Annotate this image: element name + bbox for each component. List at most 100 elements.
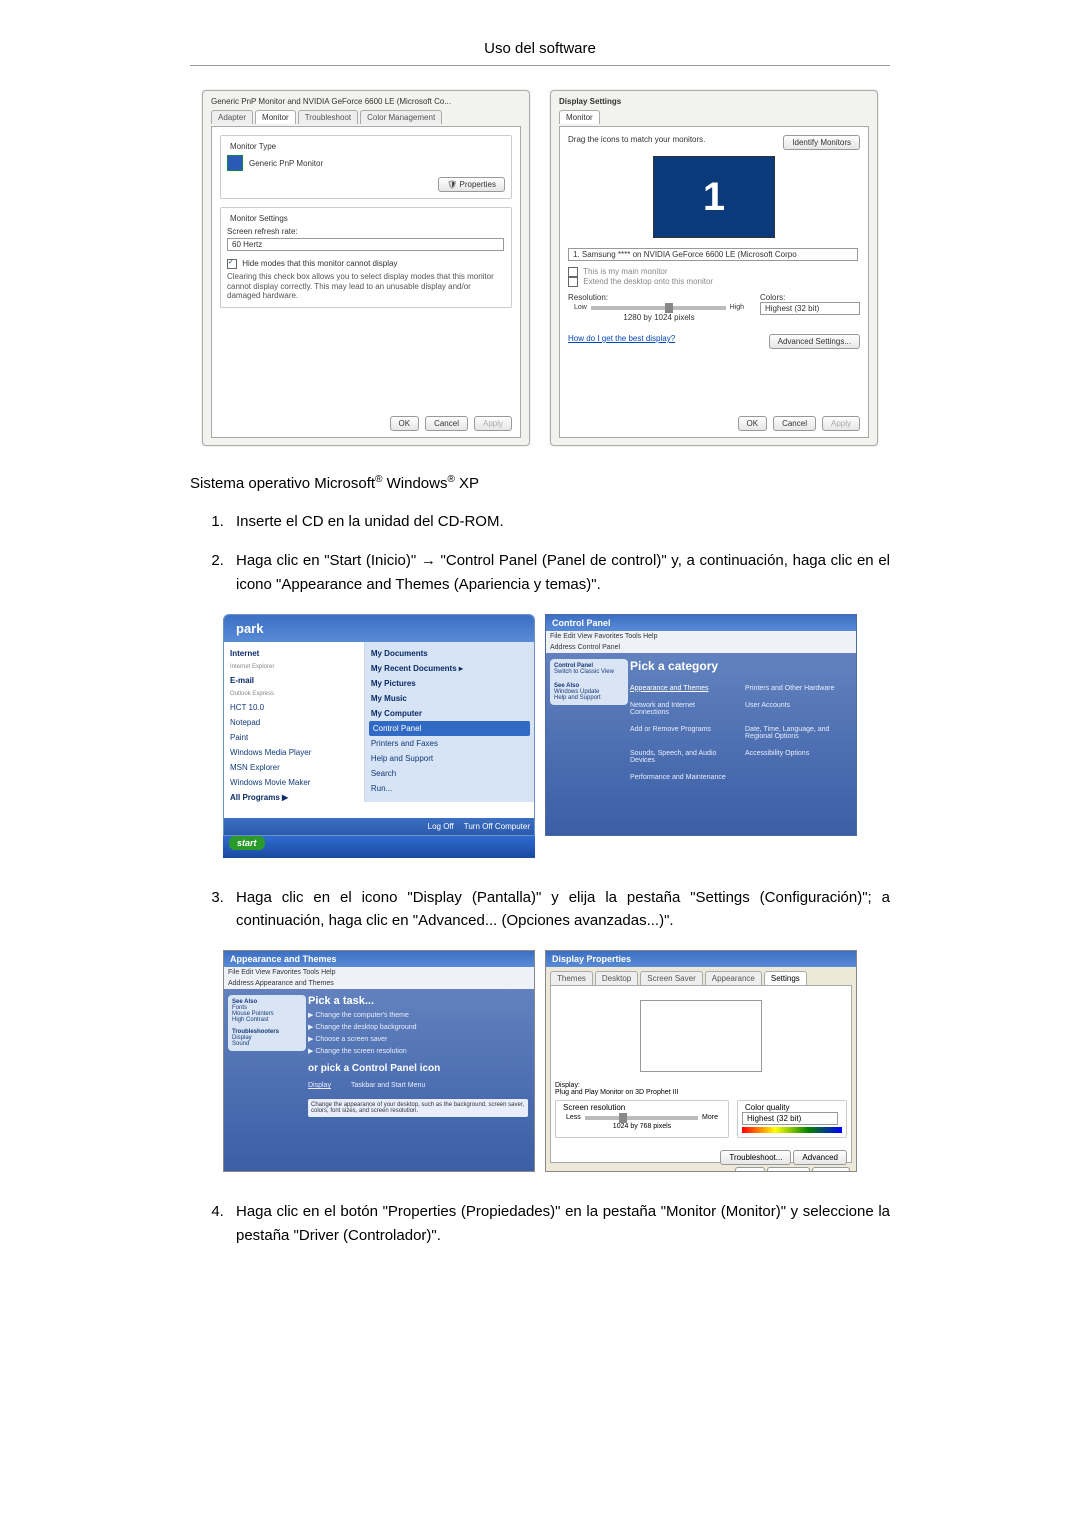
at-icon-taskbar[interactable]: Taskbar and Start Menu [351,1082,425,1089]
cp-pick-category: Pick a category [630,659,850,673]
start-item-run[interactable]: Run... [369,781,530,796]
ok-button-ds[interactable]: OK [738,416,768,431]
drag-text: Drag the icons to match your monitors. [568,135,705,144]
dp-res-more: More [702,1114,718,1121]
dp-display-value: Plug and Play Monitor on 3D Prophet III [555,1089,847,1096]
dp-tab-settings[interactable]: Settings [764,971,807,985]
at-task-res[interactable]: ▶ Change the screen resolution [308,1047,528,1055]
at-main: Pick a task... ▶ Change the computer's t… [308,995,528,1117]
tab-troubleshoot[interactable]: Troubleshoot [298,110,358,124]
cp-cat-printers[interactable]: Printers and Other Hardware [745,685,850,692]
best-display-link[interactable]: How do I get the best display? [568,334,675,349]
monitor-select[interactable]: 1. Samsung **** on NVIDIA GeForce 6600 L… [568,248,858,261]
cp-main: Pick a category Appearance and Themes Pr… [630,659,850,785]
tab-adapter[interactable]: Adapter [211,110,253,124]
start-user: park [224,615,534,642]
cp-cat-appearance[interactable]: Appearance and Themes [630,685,735,692]
step-1: Inserte el CD en la unidad del CD-ROM. [228,510,890,533]
cp-menubar: File Edit View Favorites Tools Help [546,631,856,642]
start-item-mycomputer[interactable]: My Computer [369,706,530,721]
start-item-music[interactable]: My Music [369,691,530,706]
at-icon-display[interactable]: Display [308,1082,331,1089]
hide-modes-checkbox[interactable] [227,259,237,269]
dp-cancel-button[interactable]: Cancel [767,1167,810,1172]
dp-ok-button[interactable]: OK [735,1167,765,1172]
at-task-ss[interactable]: ▶ Choose a screen saver [308,1035,528,1043]
start-item-msn[interactable]: MSN Explorer [228,760,360,775]
at-address: Address Appearance and Themes [224,978,534,989]
monitor-props-tabs: Adapter Monitor Troubleshoot Color Manag… [211,110,521,124]
cp-cat-sounds[interactable]: Sounds, Speech, and Audio Devices [630,750,735,764]
turnoff-button[interactable]: Turn Off Computer [464,822,530,831]
appearance-dp-screenshots: Appearance and Themes File Edit View Fav… [190,950,890,1172]
cp-cat-users[interactable]: User Accounts [745,702,850,716]
dp-apply-button[interactable]: Apply [812,1167,850,1172]
step-3: Haga clic en el icono "Display (Pantalla… [228,886,890,933]
colors-label: Colors: [760,293,860,302]
start-button[interactable]: start [229,836,265,850]
display-properties-dialog: Display Properties Themes Desktop Screen… [545,950,857,1172]
at-task-bg[interactable]: ▶ Change the desktop background [308,1023,528,1031]
refresh-select[interactable]: 60 Hertz [227,238,504,251]
ok-button[interactable]: OK [390,416,420,431]
start-item-pictures[interactable]: My Pictures [369,676,530,691]
cp-cat-performance[interactable]: Performance and Maintenance [630,774,735,781]
cancel-button[interactable]: Cancel [425,416,468,431]
start-item-allprograms[interactable]: All Programs ▶ [228,790,360,805]
dp-tab-themes[interactable]: Themes [550,971,593,985]
start-right-column: My Documents My Recent Documents ▸ My Pi… [365,642,534,802]
tab-monitor[interactable]: Monitor [255,110,296,124]
start-item-wmm[interactable]: Windows Movie Maker [228,775,360,790]
cp-cat-addremove[interactable]: Add or Remove Programs [630,726,735,740]
monitor-preview-icon[interactable]: 1 [653,156,775,238]
start-item-wmp[interactable]: Windows Media Player [228,745,360,760]
dp-res-value: 1024 by 768 pixels [560,1123,724,1130]
page-header: Uso del software [190,40,890,57]
colors-select[interactable]: Highest (32 bit) [760,302,860,315]
dp-advanced-button[interactable]: Advanced [793,1150,847,1165]
advanced-settings-button[interactable]: Advanced Settings... [769,334,860,349]
start-item-oe: Outlook Express [228,688,360,700]
cancel-button-ds[interactable]: Cancel [773,416,816,431]
at-task-theme[interactable]: ▶ Change the computer's theme [308,1011,528,1019]
start-item-paint[interactable]: Paint [228,730,360,745]
dp-troubleshoot-button[interactable]: Troubleshoot... [720,1150,791,1165]
dp-tab-ss[interactable]: Screen Saver [640,971,702,985]
monitor-props-title: Generic PnP Monitor and NVIDIA GeForce 6… [211,97,521,106]
start-item-internet[interactable]: Internet [228,646,360,661]
start-item-help[interactable]: Help and Support [369,751,530,766]
cp-cat-network[interactable]: Network and Internet Connections [630,702,735,716]
start-item-email[interactable]: E-mail [228,673,360,688]
properties-button[interactable]: 🛡 Properties [438,177,505,192]
cp-help[interactable]: Help and Support [554,695,601,701]
cp-cat-accessibility[interactable]: Accessibility Options [745,750,850,764]
start-item-recent[interactable]: My Recent Documents ▸ [369,661,530,676]
hide-modes-label: Hide modes that this monitor cannot disp… [242,259,397,268]
logoff-button[interactable]: Log Off [428,822,454,831]
dp-cq-select[interactable]: Highest (32 bit) [742,1112,838,1125]
start-item-hct[interactable]: HCT 10.0 [228,700,360,715]
monitor-props-body: Monitor Type Generic PnP Monitor 🛡 Prope… [211,126,521,438]
at-pick-task: Pick a task... [308,995,528,1007]
cp-cat-datetime[interactable]: Date, Time, Language, and Regional Optio… [745,726,850,740]
apply-button-ds[interactable]: Apply [822,416,860,431]
dp-cq-group: Color quality [742,1103,792,1112]
at-sidebar: See Also Fonts Mouse Pointers High Contr… [228,995,306,1051]
monitor-type-value: Generic PnP Monitor [249,159,323,168]
dp-res-slider[interactable] [585,1116,698,1120]
start-item-search[interactable]: Search [369,766,530,781]
apply-button[interactable]: Apply [474,416,512,431]
cp-switch-classic[interactable]: Switch to Classic View [554,669,614,675]
dp-tab-appearance[interactable]: Appearance [705,971,762,985]
start-item-mydocs[interactable]: My Documents [369,646,530,661]
dp-tab-desktop[interactable]: Desktop [595,971,638,985]
monitor-type-group: Monitor Type Generic PnP Monitor 🛡 Prope… [220,135,512,199]
start-item-notepad[interactable]: Notepad [228,715,360,730]
start-item-controlpanel[interactable]: Control Panel [369,721,530,736]
tab-colormgmt[interactable]: Color Management [360,110,442,124]
identify-monitors-button[interactable]: Identify Monitors [783,135,860,150]
resolution-slider[interactable] [591,306,726,310]
tab-monitor-ds[interactable]: Monitor [559,110,600,124]
start-item-printers[interactable]: Printers and Faxes [369,736,530,751]
dp-display-label: Display: [555,1082,847,1089]
